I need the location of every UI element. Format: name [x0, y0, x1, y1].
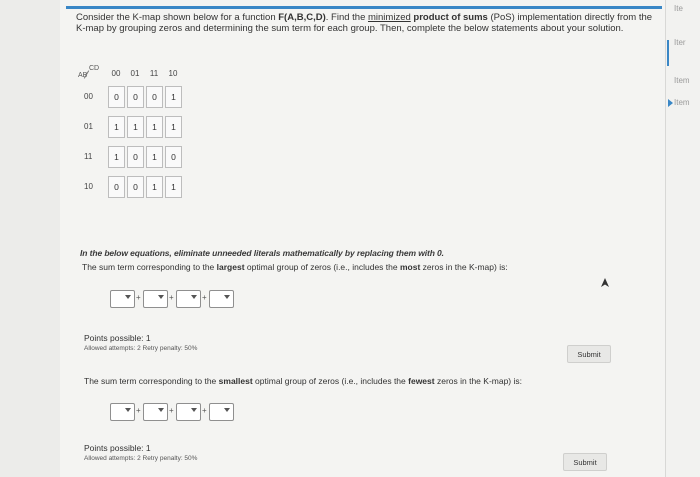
kmap-cell: 1 — [146, 146, 163, 168]
question-text-part: . Find the — [325, 12, 368, 23]
q2-prompt: The sum term corresponding to the smalle… — [84, 376, 522, 386]
kmap-cell: 0 — [108, 86, 125, 108]
q1-literal-dropdown[interactable] — [110, 290, 135, 308]
kmap-row-header: 11 — [84, 152, 93, 161]
q1-points-possible: Points possible: 1 — [84, 333, 151, 343]
kmap-column-header: 11 — [149, 69, 159, 78]
function-name: F(A,B,C,D) — [278, 12, 326, 23]
chevron-down-icon — [125, 408, 131, 412]
kmap-cell: 1 — [108, 116, 125, 138]
chevron-down-icon — [191, 295, 197, 299]
pos-keyword: product of sums — [410, 12, 488, 23]
kmap-cell: 1 — [146, 116, 163, 138]
q2-submit-button[interactable]: Submit — [563, 453, 607, 471]
chevron-down-icon — [158, 295, 164, 299]
instruction-text: In the below equations, eliminate unneed… — [80, 248, 444, 258]
question-text: Consider the K-map shown below for a fun… — [76, 12, 656, 34]
q2-prompt-part: optimal group of zeros (i.e., includes t… — [252, 376, 409, 386]
kmap-cell: 1 — [146, 176, 163, 198]
kmap-cell: 1 — [165, 86, 182, 108]
right-panel-item[interactable]: Item — [674, 76, 690, 85]
mouse-cursor-icon — [601, 278, 609, 287]
kmap-column-header: 01 — [130, 69, 140, 78]
q2-keyword: smallest — [218, 376, 253, 386]
q2-prompt-part: The sum term corresponding to the — [84, 376, 219, 386]
chevron-down-icon — [224, 408, 230, 412]
chevron-down-icon — [224, 295, 230, 299]
q1-literal-dropdown[interactable] — [143, 290, 168, 308]
kmap-cell: 1 — [127, 116, 144, 138]
kmap-cell: 0 — [127, 86, 144, 108]
q2-literal-dropdown[interactable] — [176, 403, 201, 421]
current-item-arrow-icon — [668, 99, 673, 107]
right-panel-item[interactable]: Iter — [674, 38, 686, 47]
plus-sign: + — [169, 406, 174, 415]
q1-submit-button[interactable]: Submit — [567, 345, 611, 363]
plus-sign: + — [169, 293, 174, 302]
plus-sign: + — [202, 293, 207, 302]
q1-literal-dropdown[interactable] — [209, 290, 234, 308]
q1-prompt: The sum term corresponding to the larges… — [82, 262, 508, 272]
minimized-keyword: minimized — [368, 12, 411, 23]
chevron-down-icon — [158, 408, 164, 412]
kmap-row-header: 00 — [84, 92, 93, 101]
kmap-cell: 0 — [165, 146, 182, 168]
kmap-column-header: 00 — [111, 69, 121, 78]
kmap-cell: 1 — [165, 116, 182, 138]
kmap-cell: 0 — [127, 176, 144, 198]
q1-prompt-part: The sum term corresponding to the — [82, 262, 217, 272]
chevron-down-icon — [191, 408, 197, 412]
kmap-corner-label: AB CD — [78, 65, 104, 86]
kmap-cell: 0 — [127, 146, 144, 168]
right-panel-item[interactable]: Ite — [674, 4, 683, 13]
kmap-cell: 0 — [146, 86, 163, 108]
kmap-cell: 1 — [165, 176, 182, 198]
plus-sign: + — [136, 406, 141, 415]
top-accent-bar — [66, 6, 662, 9]
right-panel-item[interactable]: Item — [674, 98, 690, 107]
q2-attempts-info: Allowed attempts: 2 Retry penalty: 50% — [84, 455, 198, 462]
plus-sign: + — [136, 293, 141, 302]
q1-literal-dropdown[interactable] — [176, 290, 201, 308]
plus-sign: + — [202, 406, 207, 415]
kmap-cell: 0 — [108, 176, 125, 198]
q2-prompt-part: zeros in the K-map) is: — [434, 376, 522, 386]
right-panel-selection-bar — [667, 40, 669, 66]
q1-prompt-part: optimal group of zeros (i.e., includes t… — [244, 262, 400, 272]
q2-points-possible: Points possible: 1 — [84, 443, 151, 453]
q2-literal-dropdown[interactable] — [110, 403, 135, 421]
q1-keyword: most — [399, 262, 421, 272]
chevron-down-icon — [125, 295, 131, 299]
q2-literal-dropdown[interactable] — [143, 403, 168, 421]
kmap-grid: 0 0 0 1 1 1 1 1 1 0 1 0 0 0 1 1 — [108, 86, 182, 198]
q1-attempts-info: Allowed attempts: 2 Retry penalty: 50% — [84, 345, 198, 352]
kmap-row-header: 01 — [84, 122, 93, 131]
kmap-column-header: 10 — [168, 69, 178, 78]
right-side-panel: Ite Iter Item Item — [665, 0, 700, 477]
question-text-part: Consider the K-map shown below for a fun… — [76, 12, 279, 23]
q1-keyword: largest — [216, 262, 245, 272]
kmap-cell: 1 — [108, 146, 125, 168]
q1-prompt-part: zeros in the K-map) is: — [420, 262, 508, 272]
q2-literal-dropdown[interactable] — [209, 403, 234, 421]
kmap-row-header: 10 — [84, 182, 93, 191]
q2-keyword: fewest — [408, 376, 435, 386]
kmap-column-variable: CD — [89, 65, 100, 72]
